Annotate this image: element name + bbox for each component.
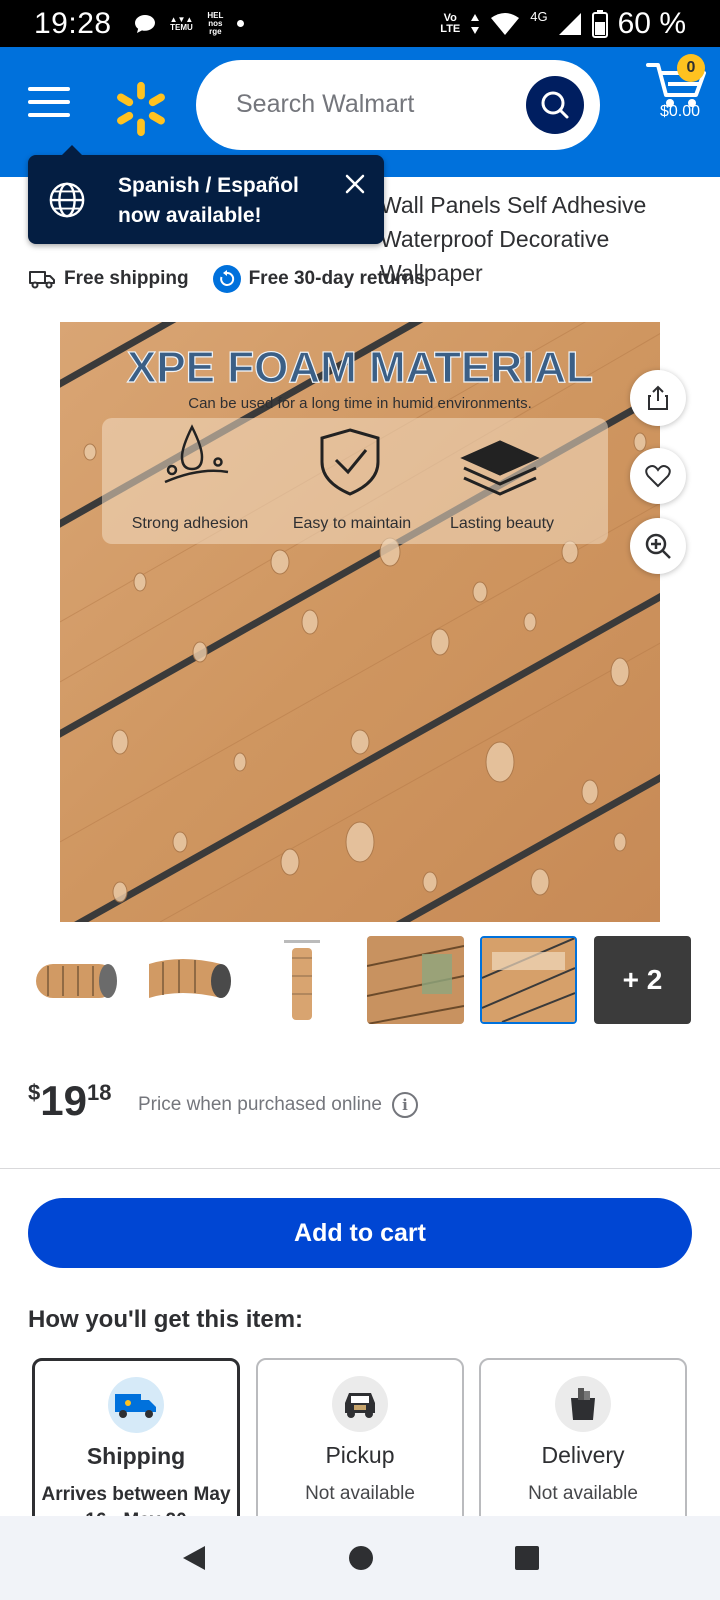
- thumbnail-5[interactable]: [480, 936, 577, 1024]
- truck-icon: [29, 271, 55, 289]
- free-shipping-perk: Free shipping: [28, 268, 189, 290]
- image-feature-2: Easy to maintain: [293, 515, 411, 532]
- pickup-option-label: Pickup: [325, 1442, 395, 1468]
- image-feature-1: Strong adhesion: [132, 515, 249, 532]
- thumbnail-2[interactable]: [141, 936, 238, 1024]
- data-arrows-icon: [471, 13, 480, 34]
- thumbnail-more[interactable]: + 2: [594, 936, 691, 1024]
- language-toast: Spanish / Español now available!: [28, 145, 384, 244]
- return-icon: [212, 265, 241, 293]
- notification-icons: ▲▼▲ TEMU HEL nos rge: [134, 10, 245, 36]
- battery-icon: [591, 9, 608, 38]
- status-bar: 19:28 ▲▼▲ TEMU HEL nos rge Vo LTE 4G 60 %: [0, 0, 720, 47]
- thumbnail-3[interactable]: [254, 936, 351, 1024]
- cart-count-badge: 0: [677, 54, 705, 82]
- hello-notification-icon: HEL nos rge: [207, 10, 224, 36]
- delivery-option-label: Delivery: [541, 1442, 625, 1468]
- info-icon[interactable]: i: [392, 1092, 418, 1118]
- zoom-in-icon: [645, 533, 671, 559]
- wifi-icon: [491, 12, 520, 35]
- price-dollars: 19: [40, 1077, 87, 1124]
- thumbnail-1[interactable]: [28, 936, 125, 1024]
- search-icon: [541, 91, 569, 119]
- hamburger-line: [28, 100, 70, 104]
- fulfillment-heading: How you'll get this item:: [28, 1306, 304, 1333]
- home-icon[interactable]: [347, 1544, 375, 1572]
- system-icons: Vo LTE 4G 60 %: [440, 7, 686, 41]
- thumbnail-strip: + 2: [28, 936, 692, 1026]
- recents-icon[interactable]: [513, 1544, 541, 1572]
- network-type: 4G: [530, 9, 548, 24]
- more-notifications-icon: [237, 20, 245, 27]
- share-button[interactable]: [630, 370, 686, 426]
- signal-icon: [558, 12, 581, 35]
- walmart-spark-logo[interactable]: [112, 80, 170, 138]
- price-currency: $: [28, 1080, 41, 1105]
- status-time: 19:28: [34, 6, 112, 40]
- share-icon: [648, 385, 668, 410]
- search-input[interactable]: [236, 84, 506, 124]
- thumbnail-4[interactable]: [367, 936, 464, 1024]
- free-shipping-label: Free shipping: [64, 268, 189, 289]
- zoom-button[interactable]: [630, 518, 686, 574]
- menu-button[interactable]: [28, 87, 70, 121]
- divider: [0, 1168, 720, 1169]
- shipping-truck-icon: [108, 1377, 164, 1433]
- free-returns-label: Free 30-day returns: [248, 268, 425, 289]
- product-main-image[interactable]: XPE FOAM MATERIAL Can be used for a long…: [60, 322, 660, 922]
- search-button[interactable]: [526, 76, 584, 134]
- pickup-car-icon: [332, 1376, 388, 1432]
- price: $ 19 18: [28, 1076, 111, 1126]
- favorite-button[interactable]: [630, 448, 686, 504]
- pickup-option-sub: Not available: [305, 1483, 415, 1504]
- add-to-cart-button[interactable]: Add to cart: [28, 1198, 692, 1268]
- price-note: Price when purchased online i: [138, 1092, 418, 1118]
- hamburger-line: [28, 113, 70, 117]
- price-cents: 18: [86, 1080, 112, 1105]
- back-icon[interactable]: [179, 1543, 209, 1573]
- image-headline: XPE FOAM MATERIAL: [127, 343, 593, 392]
- delivery-bag-icon: [555, 1376, 611, 1432]
- search-bar[interactable]: [196, 60, 600, 150]
- close-icon[interactable]: [344, 173, 366, 195]
- toast-message-line2: now available!: [118, 204, 262, 227]
- globe-icon: [49, 182, 85, 218]
- temu-notification-icon: ▲▼▲ TEMU: [169, 14, 194, 32]
- product-image-art: XPE FOAM MATERIAL Can be used for a long…: [60, 322, 660, 922]
- delivery-option-sub: Not available: [528, 1483, 638, 1504]
- heart-icon: [645, 465, 671, 488]
- toast-message-line1: Spanish / Español: [118, 174, 299, 197]
- volte-icon: Vo LTE: [440, 11, 461, 35]
- android-nav-bar: [0, 1516, 720, 1600]
- price-note-text: Price when purchased online: [138, 1094, 382, 1115]
- shipping-option-label: Shipping: [86, 1443, 186, 1469]
- image-feature-3: Lasting beauty: [450, 515, 554, 532]
- cart-total: $0.00: [659, 103, 701, 120]
- chat-notification-icon: [134, 14, 155, 33]
- free-returns-perk: Free 30-day returns: [212, 265, 425, 293]
- perks-row: Free shipping Free 30-day returns: [28, 265, 449, 293]
- thumbnail-more-label: + 2: [622, 964, 663, 995]
- battery-percent: 60 %: [617, 6, 686, 40]
- toast-message: Spanish / Español now available!: [118, 171, 299, 231]
- image-subline: Can be used for a long time in humid env…: [188, 395, 532, 412]
- hamburger-icon: [28, 87, 70, 91]
